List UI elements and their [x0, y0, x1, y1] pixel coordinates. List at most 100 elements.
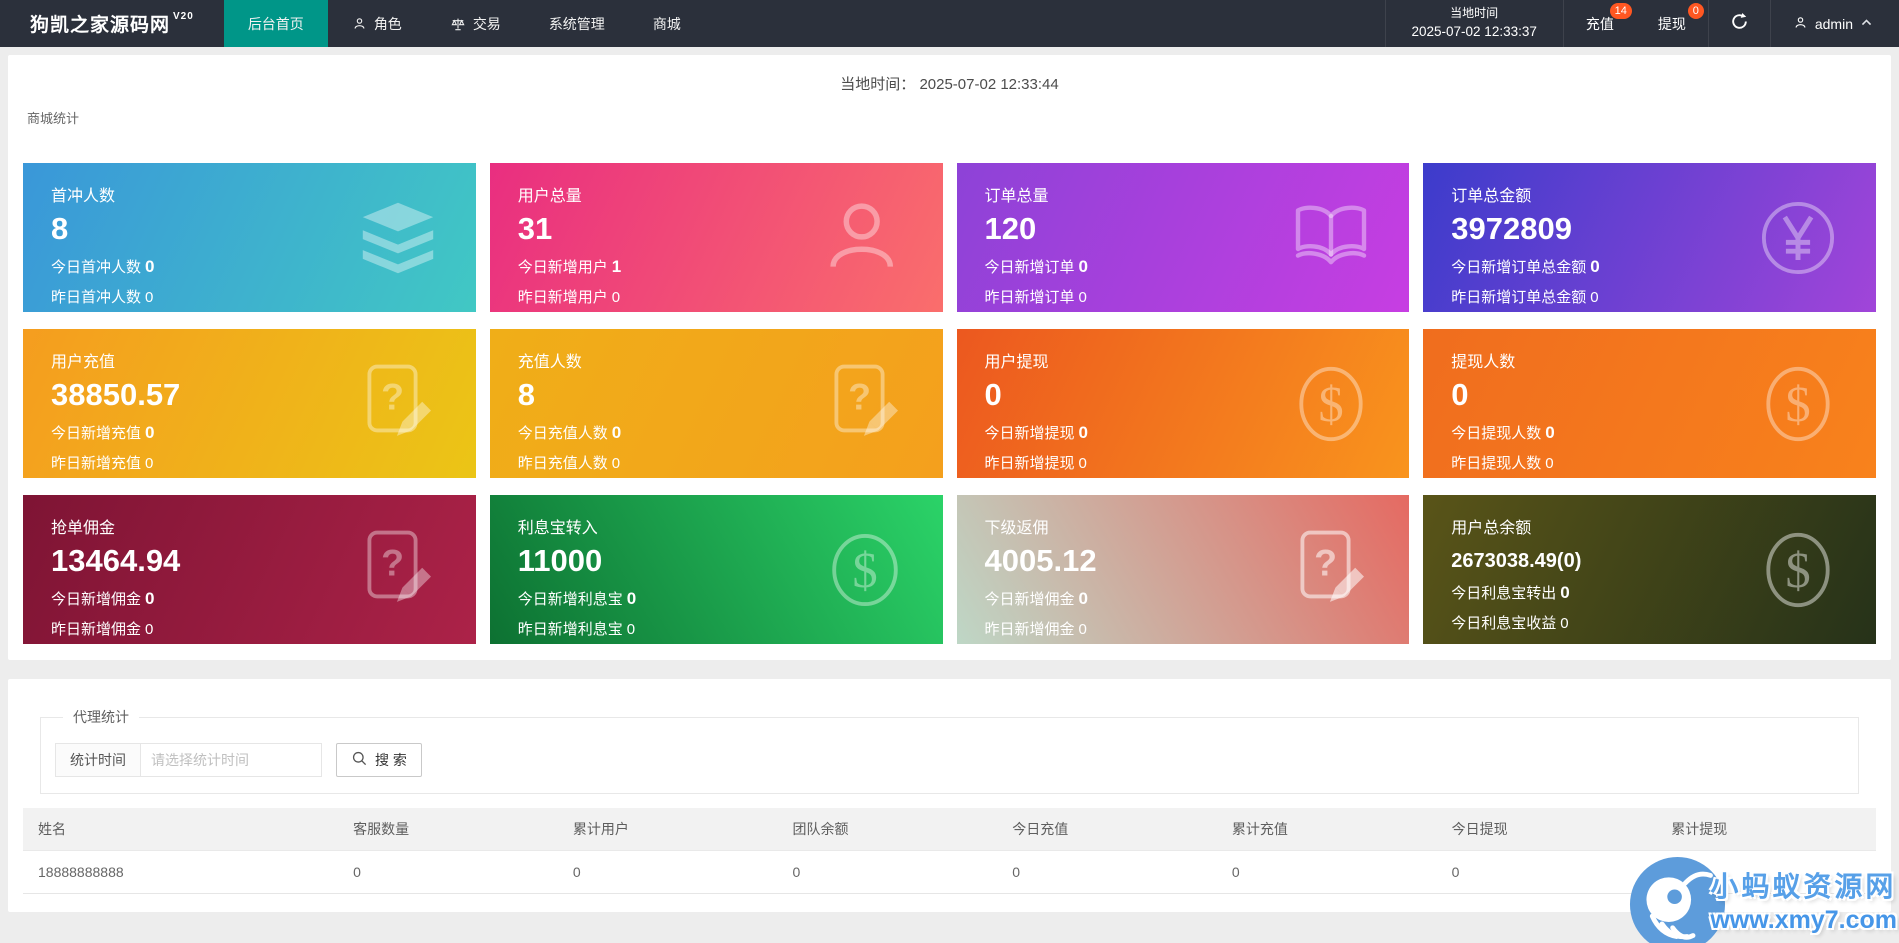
agent-search-form: 统计时间 搜 索	[55, 743, 1844, 777]
card-line2-label: 昨日提现人数	[1451, 455, 1541, 472]
local-time-row-label: 当地时间：	[840, 76, 915, 93]
menu-item-system[interactable]: 系统管理	[525, 0, 629, 47]
doc-edit-icon: ?	[821, 360, 909, 448]
cell-name: 18888888888	[23, 851, 338, 894]
agent-stats-title: 代理统计	[63, 707, 139, 727]
card-line2-value: 0	[145, 289, 153, 306]
chevron-up-icon	[1860, 16, 1873, 32]
stat-time-input[interactable]	[140, 743, 322, 777]
app-logo: 狗凯之家源码网 V20	[0, 0, 224, 47]
card-line2-value: 0	[627, 621, 635, 638]
app-logo-version: V20	[173, 11, 194, 22]
stat-card-total-users: 用户总量 31 今日新增用户1 昨日新增用户0	[490, 163, 943, 312]
local-time-label: 当地时间	[1450, 4, 1498, 23]
stat-card-total-order-amount: 订单总金额 3972809 今日新增订单总金额0 昨日新增订单总金额0	[1423, 163, 1876, 312]
withdraw-badge: 0	[1688, 3, 1704, 19]
col-header-total-users: 累计用户	[558, 808, 778, 851]
card-line1-value: 1	[612, 257, 621, 276]
card-line1-label: 今日新增订单总金额	[1451, 259, 1586, 276]
card-line1-value: 0	[1079, 423, 1088, 442]
dollar-circle-icon: $	[1754, 526, 1842, 614]
stats-cards-grid: 首冲人数 8 今日首冲人数0 昨日首冲人数0 用户总量 31 今日新增用户1 昨…	[23, 163, 1876, 644]
svg-text:$: $	[1785, 376, 1810, 432]
col-header-total-recharge: 累计充值	[1217, 808, 1437, 851]
stat-time-label: 统计时间	[55, 743, 141, 777]
stat-card-first-charge-users: 首冲人数 8 今日首冲人数0 昨日首冲人数0	[23, 163, 476, 312]
local-time-row: 当地时间： 2025-07-02 12:33:44	[23, 73, 1876, 94]
recharge-label: 充值	[1586, 14, 1614, 34]
person-icon	[352, 16, 367, 31]
card-line1-label: 今日新增用户	[518, 259, 608, 276]
stat-card-user-total-balance: 用户总余额 2673038.49(0) 今日利息宝转出0 今日利息宝收益0 $	[1423, 495, 1876, 644]
card-line1-label: 今日新增充值	[51, 425, 141, 442]
card-line2-label: 昨日首冲人数	[51, 289, 141, 306]
search-button-label: 搜 索	[375, 750, 407, 770]
stat-card-user-withdraw: 用户提现 0 今日新增提现0 昨日新增提现0 $	[957, 329, 1410, 478]
cell-service-count: 0	[338, 851, 558, 894]
menu-item-label: 系统管理	[549, 14, 605, 34]
menu-item-dashboard[interactable]: 后台首页	[224, 0, 328, 47]
col-header-today-recharge: 今日充值	[997, 808, 1217, 851]
recharge-button[interactable]: 充值 14	[1564, 0, 1636, 47]
card-line1-label: 今日提现人数	[1451, 425, 1541, 442]
card-line1-value: 0	[145, 423, 154, 442]
username: admin	[1815, 16, 1853, 32]
app-logo-text: 狗凯之家源码网	[30, 10, 170, 37]
card-line2-label: 昨日充值人数	[518, 455, 608, 472]
cell-team-balance: 0	[778, 851, 998, 894]
doc-edit-icon: ?	[354, 526, 442, 614]
card-line2-label: 昨日新增用户	[518, 289, 608, 306]
card-line2-value: 0	[1079, 455, 1087, 472]
search-button[interactable]: 搜 索	[336, 743, 422, 777]
stat-card-order-commission: 抢单佣金 13464.94 今日新增佣金0 昨日新增佣金0 ?	[23, 495, 476, 644]
card-line1-value: 0	[1560, 583, 1569, 602]
withdraw-button[interactable]: 提现 0	[1636, 0, 1708, 47]
withdraw-label: 提现	[1658, 14, 1686, 34]
cell-total-users: 0	[558, 851, 778, 894]
refresh-button[interactable]	[1708, 0, 1770, 47]
svg-text:$: $	[1785, 542, 1810, 598]
col-header-total-withdraw: 累计提现	[1656, 808, 1876, 851]
card-line1-value: 0	[612, 423, 621, 442]
col-header-today-withdraw: 今日提现	[1437, 808, 1657, 851]
stat-card-withdraw-users: 提现人数 0 今日提现人数0 昨日提现人数0 $	[1423, 329, 1876, 478]
menu-item-roles[interactable]: 角色	[328, 0, 426, 47]
refresh-icon	[1730, 12, 1749, 36]
svg-text:?: ?	[1314, 541, 1337, 583]
stat-card-recharge-users: 充值人数 8 今日充值人数0 昨日充值人数0 ?	[490, 329, 943, 478]
card-line1-value: 0	[145, 257, 154, 276]
col-header-team-balance: 团队余额	[778, 808, 998, 851]
menu-item-label: 交易	[473, 14, 501, 34]
card-line2-label: 昨日新增充值	[51, 455, 141, 472]
user-menu[interactable]: admin	[1770, 0, 1899, 47]
card-line1-label: 今日首冲人数	[51, 259, 141, 276]
card-line2-value: 0	[1560, 615, 1568, 632]
navbar-right: 当地时间 2025-07-02 12:33:37 充值 14 提现 0 admi…	[1385, 0, 1899, 47]
svg-text:?: ?	[848, 375, 871, 417]
dollar-circle-icon: $	[1287, 360, 1375, 448]
menu-item-mall[interactable]: 商城	[629, 0, 705, 47]
card-line2-value: 0	[1079, 289, 1087, 306]
svg-text:$: $	[1319, 376, 1344, 432]
watermark-text: 小蚂蚁资源网 www.xmy7.com	[1710, 865, 1897, 935]
card-line1-value: 0	[1545, 423, 1554, 442]
card-line2-value: 0	[1590, 289, 1598, 306]
yen-circle-icon	[1754, 194, 1842, 282]
card-line2-label: 昨日新增佣金	[985, 621, 1075, 638]
main-menu: 后台首页 角色 交易 系统管理 商城	[224, 0, 705, 47]
stat-card-user-recharge: 用户充值 38850.57 今日新增充值0 昨日新增充值0 ?	[23, 329, 476, 478]
local-time-row-value: 2025-07-02 12:33:44	[919, 76, 1058, 93]
card-line2-label: 昨日新增订单总金额	[1451, 289, 1586, 306]
agent-stats-panel: 代理统计 统计时间 搜 索 姓名 客服数量 累计用户 团队余额 今日充值	[8, 679, 1891, 912]
card-line1-label: 今日充值人数	[518, 425, 608, 442]
card-line2-label: 昨日新增利息宝	[518, 621, 623, 638]
card-line1-label: 今日新增利息宝	[518, 591, 623, 608]
stat-card-lixibao-in: 利息宝转入 11000 今日新增利息宝0 昨日新增利息宝0 $	[490, 495, 943, 644]
menu-item-trade[interactable]: 交易	[426, 0, 525, 47]
card-line2-value: 0	[612, 289, 620, 306]
card-line2-value: 0	[1545, 455, 1553, 472]
card-line2-label: 昨日新增佣金	[51, 621, 141, 638]
col-header-name: 姓名	[23, 808, 338, 851]
svg-text:$: $	[852, 542, 877, 598]
book-icon	[1287, 194, 1375, 282]
